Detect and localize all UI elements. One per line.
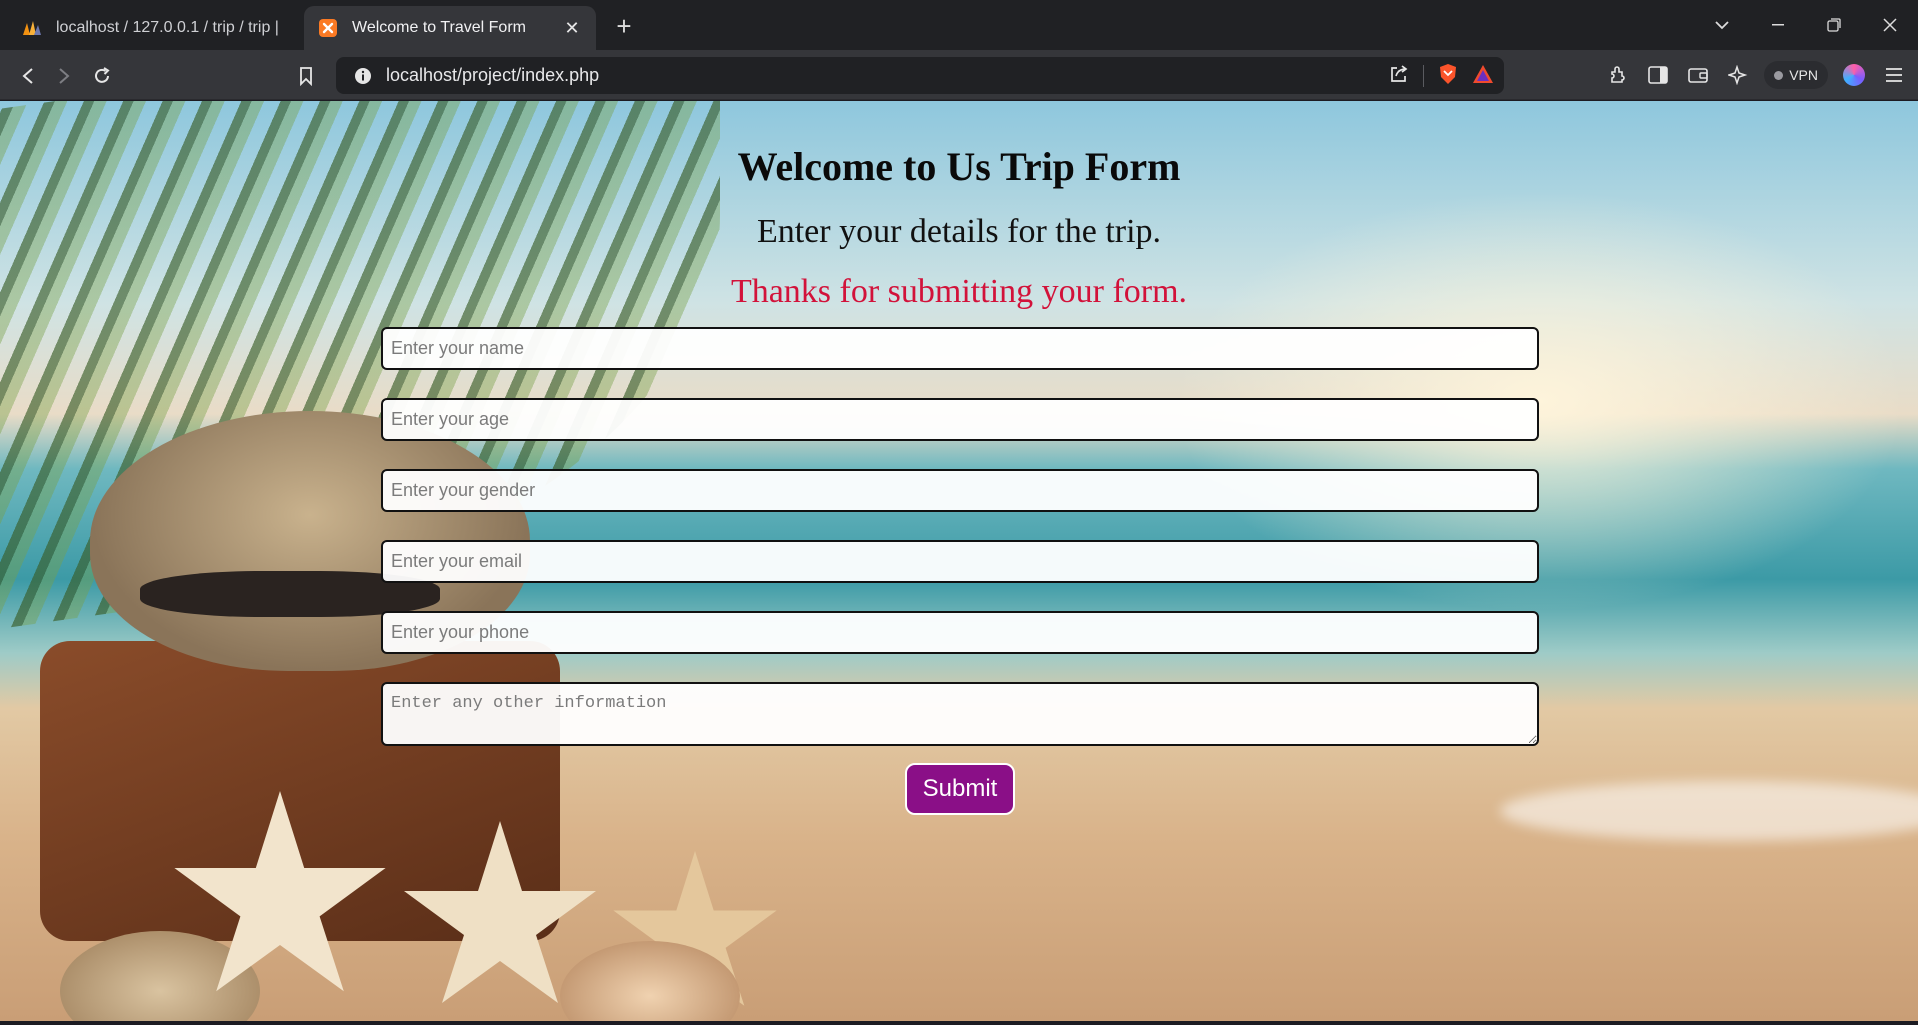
tab-phpmyadmin[interactable]: localhost / 127.0.0.1 / trip / trip | ph [8, 6, 298, 50]
url-text[interactable]: localhost/project/index.php [386, 65, 1504, 86]
brave-rewards-icon[interactable] [1472, 64, 1494, 89]
close-window-button[interactable] [1862, 0, 1918, 50]
minimize-icon [1772, 24, 1784, 26]
vpn-button[interactable]: VPN [1764, 61, 1828, 89]
tab-strip: localhost / 127.0.0.1 / trip / trip | ph… [0, 0, 1918, 50]
tab-travel-form[interactable]: Welcome to Travel Form ✕ [304, 6, 596, 50]
forward-arrow-icon [59, 68, 70, 84]
avatar [1843, 64, 1865, 86]
age-input[interactable] [381, 398, 1539, 441]
minimize-button[interactable] [1750, 0, 1806, 50]
xampp-icon [318, 18, 338, 38]
phpmyadmin-icon [22, 18, 42, 38]
other-info-textarea[interactable] [381, 682, 1539, 746]
bookmark-icon [300, 67, 312, 86]
close-icon [1883, 18, 1897, 32]
wallet-icon[interactable] [1684, 61, 1712, 89]
brave-shields-icon[interactable] [1438, 63, 1458, 90]
gender-input[interactable] [381, 469, 1539, 512]
page-viewport: Welcome to Us Trip Form Enter your detai… [0, 101, 1918, 1021]
background-seashell [560, 941, 740, 1021]
email-input[interactable] [381, 540, 1539, 583]
back-arrow-icon [22, 68, 33, 84]
tab-title: Welcome to Travel Form [352, 19, 526, 36]
chevron-down-icon [1715, 21, 1729, 30]
page-title: Welcome to Us Trip Form [737, 144, 1181, 189]
submission-success-message: Thanks for submitting your form. [730, 273, 1188, 310]
hamburger-menu-icon [1886, 68, 1902, 82]
vpn-status-icon [1774, 70, 1784, 80]
tab-search-button[interactable] [1694, 0, 1750, 50]
reload-button[interactable] [88, 62, 116, 90]
background-starfish [404, 821, 596, 1003]
menu-button[interactable] [1880, 61, 1908, 89]
share-icon[interactable] [1389, 64, 1409, 89]
vpn-label: VPN [1789, 67, 1818, 83]
tab-title: localhost / 127.0.0.1 / trip / trip | ph [56, 19, 284, 36]
browser-toolbar: localhost/project/index.php VPN [0, 50, 1918, 100]
background-starfish [613, 851, 777, 1006]
forward-button[interactable] [50, 62, 78, 90]
address-bar[interactable]: localhost/project/index.php [336, 57, 1504, 94]
sidebar-icon[interactable] [1644, 61, 1672, 89]
new-tab-button[interactable]: + [610, 12, 638, 40]
bottom-edge [0, 1021, 1918, 1025]
background-starfish [174, 791, 386, 992]
reload-icon [95, 67, 110, 83]
back-button[interactable] [14, 62, 42, 90]
profile-button[interactable] [1840, 61, 1868, 89]
submit-button[interactable]: Submit [905, 763, 1015, 815]
extensions-icon[interactable] [1604, 61, 1632, 89]
name-input[interactable] [381, 327, 1539, 370]
leo-ai-icon[interactable] [1724, 61, 1752, 89]
page-subtitle: Enter your details for the trip. [756, 213, 1162, 250]
close-icon[interactable]: ✕ [562, 18, 582, 38]
restore-button[interactable] [1806, 0, 1862, 50]
site-info-icon[interactable] [354, 67, 372, 85]
background-wave [1500, 781, 1918, 841]
restore-icon [1827, 18, 1841, 32]
bookmark-button[interactable] [292, 62, 320, 90]
phone-input[interactable] [381, 611, 1539, 654]
background-seashell [60, 931, 260, 1021]
